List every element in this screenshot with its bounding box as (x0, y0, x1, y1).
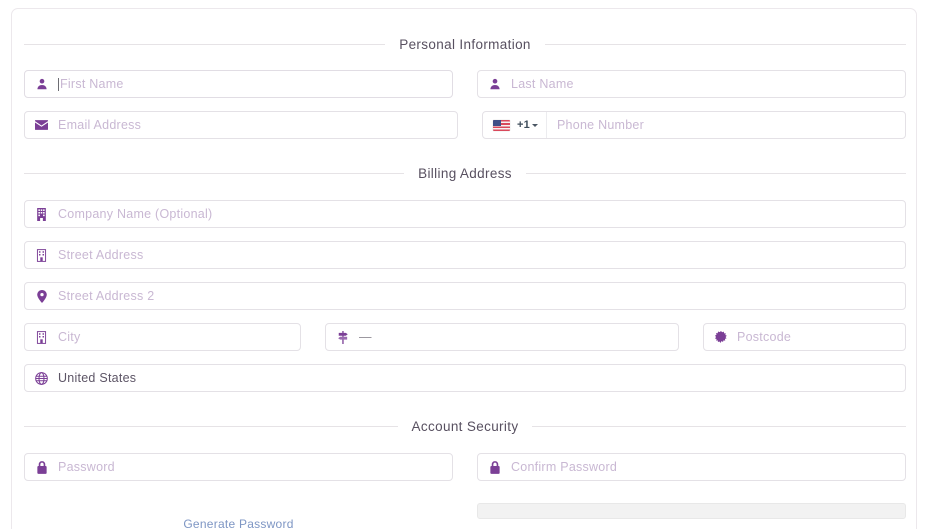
state-value: — (359, 329, 372, 344)
form-card: Personal Information First Name Last Nam… (11, 8, 917, 529)
phone-field[interactable]: +1 Phone Number (482, 111, 906, 139)
phone-placeholder: Phone Number (556, 117, 645, 132)
user-icon (488, 78, 501, 91)
section-header-personal-information: Personal Information (24, 33, 907, 55)
first-name-field[interactable]: First Name (24, 70, 453, 98)
building-solid-icon (35, 207, 48, 221)
password-strength-meter (477, 503, 906, 519)
registration-form-page: Personal Information First Name Last Nam… (0, 0, 928, 529)
confirm-password-field[interactable]: Confirm Password (477, 453, 906, 481)
street-address-field[interactable]: Street Address (24, 241, 906, 269)
last-name-placeholder: Last Name (511, 76, 574, 91)
section-rule-left (24, 172, 405, 174)
city-field[interactable]: City (24, 323, 301, 351)
postcode-field[interactable]: Postcode (703, 323, 906, 351)
dial-code-text: +1 (517, 119, 530, 131)
street-address-2-field[interactable]: Street Address 2 (24, 282, 906, 310)
email-placeholder: Email Address (58, 117, 142, 132)
street-address-2-placeholder: Street Address 2 (58, 288, 155, 303)
name-row: First Name Last Name (24, 70, 906, 98)
section-rule-left (24, 425, 398, 427)
email-field[interactable]: Email Address (24, 111, 458, 139)
first-name-placeholder: First Name (60, 76, 124, 91)
country-row: United States (24, 364, 906, 392)
password-strength-column: Password Strength: Enter a Password (477, 503, 906, 529)
postcode-placeholder: Postcode (737, 329, 792, 344)
street2-row: Street Address 2 (24, 282, 906, 310)
form-inner: Personal Information First Name Last Nam… (24, 9, 907, 529)
section-rule-left (24, 43, 386, 45)
phone-country-selector[interactable]: +1 (483, 112, 547, 138)
password-helper-row: Generate Password Password Strength: Ent… (24, 503, 906, 529)
section-rule-right (532, 425, 906, 427)
section-title: Personal Information (399, 36, 531, 52)
lock-icon (35, 460, 48, 474)
country-field[interactable]: United States (24, 364, 906, 392)
building-outline-icon (35, 330, 48, 344)
globe-icon (35, 371, 48, 385)
section-rule-right (544, 43, 907, 45)
password-row: Password Confirm Password (24, 453, 906, 481)
text-cursor (58, 77, 59, 91)
lock-icon (488, 460, 501, 474)
country-value: United States (58, 370, 137, 385)
password-placeholder: Password (58, 459, 115, 474)
confirm-password-placeholder: Confirm Password (511, 459, 618, 474)
section-title: Billing Address (418, 165, 512, 181)
building-outline-icon (35, 248, 48, 262)
section-rule-right (525, 172, 906, 174)
state-field[interactable]: — (325, 323, 679, 351)
street1-row: Street Address (24, 241, 906, 269)
city-state-postcode-row: City — Postcode (24, 323, 906, 351)
envelope-icon (35, 119, 48, 132)
company-row: Company Name (Optional) (24, 200, 906, 228)
section-header-billing-address: Billing Address (24, 162, 906, 184)
contact-row: Email Address +1 Phone Number (24, 111, 906, 139)
map-pin-icon (35, 289, 48, 303)
first-name-input-content: First Name (58, 76, 124, 91)
generate-password-column: Generate Password (24, 517, 453, 529)
last-name-field[interactable]: Last Name (477, 70, 906, 98)
user-icon (35, 78, 48, 91)
us-flag-icon (493, 119, 510, 131)
section-title: Account Security (411, 418, 519, 434)
phone-dial-code: +1 (517, 119, 538, 131)
generate-password-link[interactable]: Generate Password (24, 517, 453, 529)
password-field[interactable]: Password (24, 453, 453, 481)
signpost-icon (336, 330, 349, 344)
postmark-icon (714, 331, 727, 344)
section-header-account-security: Account Security (24, 415, 906, 437)
street-address-placeholder: Street Address (58, 247, 144, 262)
company-name-placeholder: Company Name (Optional) (58, 206, 213, 221)
city-placeholder: City (58, 329, 81, 344)
company-name-field[interactable]: Company Name (Optional) (24, 200, 906, 228)
chevron-down-icon (531, 124, 538, 127)
